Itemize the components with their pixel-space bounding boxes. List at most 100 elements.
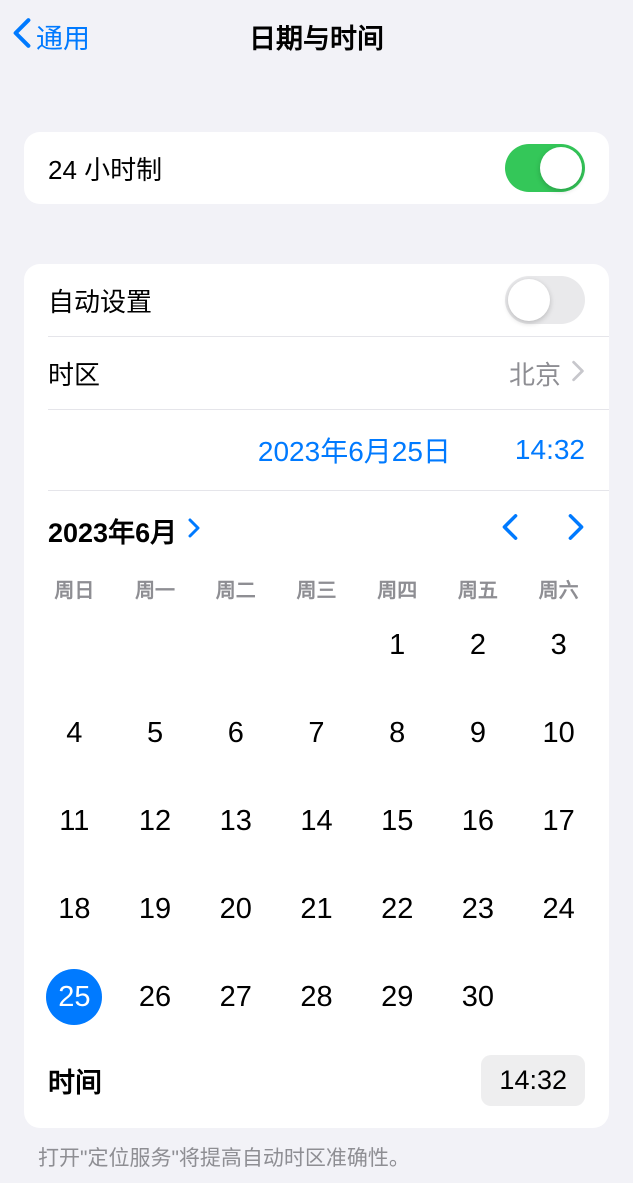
- day-cell[interactable]: 5: [115, 703, 196, 763]
- day-cell[interactable]: 17: [518, 791, 599, 851]
- day-number: 23: [450, 881, 506, 937]
- weekday-label: 周三: [276, 574, 357, 603]
- weekday-label: 周六: [518, 574, 599, 603]
- day-number: 20: [208, 881, 264, 937]
- day-number: 15: [369, 793, 425, 849]
- timezone-label: 时区: [48, 355, 100, 392]
- calendar-grid: 1234567891011121314151617181920212223242…: [24, 615, 609, 1037]
- day-number: 21: [288, 881, 344, 937]
- day-number: 27: [208, 969, 264, 1025]
- day-number: 30: [450, 969, 506, 1025]
- row-auto-set: 自动设置: [24, 264, 609, 336]
- weekday-label: 周日: [34, 574, 115, 603]
- day-number: 3: [531, 617, 587, 673]
- chevron-right-icon: [187, 517, 201, 545]
- time-display[interactable]: 14:32: [515, 434, 585, 466]
- day-number: 7: [288, 705, 344, 761]
- day-number: 6: [208, 705, 264, 761]
- weekday-label: 周二: [195, 574, 276, 603]
- day-number: 26: [127, 969, 183, 1025]
- day-number: 4: [46, 705, 102, 761]
- switch-knob-icon: [540, 147, 582, 189]
- day-cell[interactable]: 11: [34, 791, 115, 851]
- day-cell[interactable]: 29: [357, 967, 438, 1027]
- day-cell[interactable]: 6: [195, 703, 276, 763]
- row-twentyfour-hour: 24 小时制: [24, 132, 609, 204]
- day-number: 8: [369, 705, 425, 761]
- day-cell[interactable]: 20: [195, 879, 276, 939]
- day-number-selected: 25: [46, 969, 102, 1025]
- day-number: 1: [369, 617, 425, 673]
- datetime-display-row: 2023年6月25日 14:32: [24, 410, 609, 490]
- weekday-label: 周一: [115, 574, 196, 603]
- day-cell[interactable]: 27: [195, 967, 276, 1027]
- auto-set-toggle[interactable]: [505, 276, 585, 324]
- day-cell: [276, 615, 357, 675]
- weekday-label: 周四: [357, 574, 438, 603]
- footer-note: 打开"定位服务"将提高自动时区准确性。: [38, 1142, 595, 1172]
- day-cell: [518, 967, 599, 1027]
- day-number: 14: [288, 793, 344, 849]
- timezone-value: 北京: [509, 355, 561, 392]
- day-cell[interactable]: 26: [115, 967, 196, 1027]
- day-number: 28: [288, 969, 344, 1025]
- section-datetime-settings: 自动设置 时区 北京 2023年6月25日 14:32 2023年6月: [24, 264, 609, 1128]
- day-cell[interactable]: 18: [34, 879, 115, 939]
- day-cell[interactable]: 13: [195, 791, 276, 851]
- day-cell[interactable]: 9: [438, 703, 519, 763]
- day-number: 17: [531, 793, 587, 849]
- day-number: 5: [127, 705, 183, 761]
- day-cell[interactable]: 8: [357, 703, 438, 763]
- previous-month-button[interactable]: [501, 512, 519, 549]
- day-cell[interactable]: 22: [357, 879, 438, 939]
- weekday-header: 周日周一周二周三周四周五周六: [24, 566, 609, 615]
- time-picker-button[interactable]: 14:32: [481, 1055, 585, 1106]
- back-button[interactable]: 通用: [12, 17, 90, 56]
- day-cell[interactable]: 1: [357, 615, 438, 675]
- switch-knob-icon: [508, 279, 550, 321]
- day-cell: [115, 615, 196, 675]
- day-number: 16: [450, 793, 506, 849]
- time-row: 时间 14:32: [24, 1037, 609, 1128]
- weekday-label: 周五: [438, 574, 519, 603]
- day-cell[interactable]: 23: [438, 879, 519, 939]
- day-number: 9: [450, 705, 506, 761]
- section-twentyfour-hour: 24 小时制: [24, 132, 609, 204]
- twentyfour-hour-toggle[interactable]: [505, 144, 585, 192]
- day-cell[interactable]: 28: [276, 967, 357, 1027]
- day-cell[interactable]: 30: [438, 967, 519, 1027]
- day-cell[interactable]: 3: [518, 615, 599, 675]
- next-month-button[interactable]: [567, 512, 585, 549]
- day-cell[interactable]: 16: [438, 791, 519, 851]
- day-cell: [195, 615, 276, 675]
- timezone-value-group: 北京: [509, 355, 585, 392]
- day-cell[interactable]: 25: [34, 967, 115, 1027]
- day-number: 22: [369, 881, 425, 937]
- day-cell[interactable]: 24: [518, 879, 599, 939]
- page-header: 通用 日期与时间: [0, 0, 633, 72]
- auto-set-label: 自动设置: [48, 282, 152, 319]
- month-label-button[interactable]: 2023年6月: [48, 511, 201, 550]
- day-cell[interactable]: 19: [115, 879, 196, 939]
- day-cell[interactable]: 14: [276, 791, 357, 851]
- day-number: 19: [127, 881, 183, 937]
- day-cell[interactable]: 4: [34, 703, 115, 763]
- day-number: 12: [127, 793, 183, 849]
- month-label-text: 2023年6月: [48, 511, 177, 550]
- date-display[interactable]: 2023年6月25日: [258, 430, 451, 470]
- day-number: 18: [46, 881, 102, 937]
- month-arrows: [501, 512, 585, 549]
- day-cell[interactable]: 12: [115, 791, 196, 851]
- day-cell[interactable]: 15: [357, 791, 438, 851]
- day-cell[interactable]: 7: [276, 703, 357, 763]
- back-label: 通用: [36, 17, 90, 56]
- day-cell[interactable]: 2: [438, 615, 519, 675]
- day-number: 13: [208, 793, 264, 849]
- day-cell[interactable]: 21: [276, 879, 357, 939]
- chevron-left-icon: [12, 17, 32, 55]
- row-timezone[interactable]: 时区 北京: [24, 337, 609, 409]
- day-cell[interactable]: 10: [518, 703, 599, 763]
- page-title: 日期与时间: [249, 17, 384, 56]
- day-number: 2: [450, 617, 506, 673]
- twentyfour-hour-label: 24 小时制: [48, 150, 162, 187]
